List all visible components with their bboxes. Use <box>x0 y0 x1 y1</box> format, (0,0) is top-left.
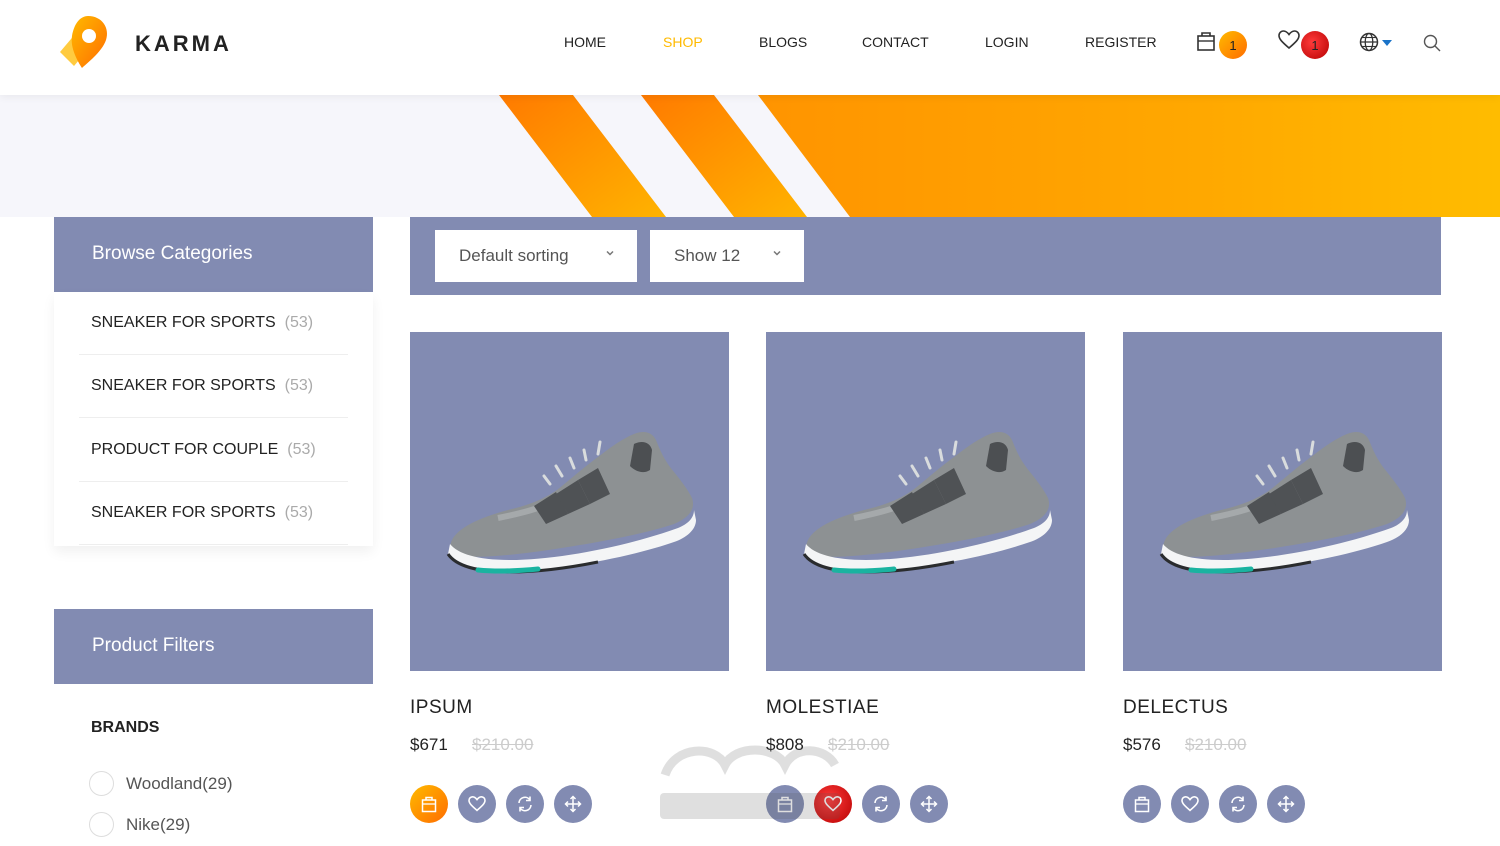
product-price: $576 <box>1123 735 1161 754</box>
category-item[interactable]: PRODUCT FOR COUPLE (53) <box>79 419 348 482</box>
product-image[interactable] <box>410 332 729 671</box>
logo-icon <box>60 16 108 68</box>
wishlist-count-badge: 1 <box>1301 31 1329 59</box>
category-item[interactable]: SNEAKER FOR SPORTS (53) <box>79 482 348 545</box>
cart-icon <box>1197 32 1215 51</box>
brand-label: Woodland(29) <box>126 773 233 793</box>
brand-name: KARMA <box>135 31 232 56</box>
refresh-icon <box>874 796 888 812</box>
wishlist-toggle-button[interactable] <box>458 785 496 823</box>
compare-button[interactable] <box>1219 785 1257 823</box>
banner-stripes <box>499 95 1500 217</box>
add-to-cart-button[interactable] <box>766 785 804 823</box>
heart-icon <box>1278 30 1300 50</box>
nav-register[interactable]: REGISTER <box>1085 34 1157 50</box>
product-old-price: $210.00 <box>1185 735 1247 754</box>
category-count: (53) <box>284 377 314 394</box>
wishlist-toggle-button[interactable] <box>814 785 852 823</box>
product-title[interactable]: DELECTUS <box>1123 697 1228 719</box>
quick-view-button[interactable] <box>910 785 948 823</box>
caret-down-icon <box>1382 40 1392 46</box>
product-price: $671 <box>410 735 448 754</box>
heart-icon <box>824 796 842 812</box>
category-item[interactable]: SNEAKER FOR SPORTS (53) <box>79 355 348 418</box>
show-count-value: Show 12 <box>674 246 741 265</box>
refresh-icon <box>1231 796 1245 812</box>
nav-contact[interactable]: CONTACT <box>862 34 929 50</box>
refresh-icon <box>518 796 532 812</box>
filters-title: Product Filters <box>92 635 215 656</box>
product-title[interactable]: IPSUM <box>410 697 473 719</box>
compare-button[interactable] <box>862 785 900 823</box>
watermark-logo <box>660 745 840 819</box>
category-count: (53) <box>284 504 314 521</box>
brand-option[interactable]: Woodland(29) <box>89 771 232 796</box>
brands-title: BRANDS <box>91 719 160 736</box>
radio-button[interactable] <box>89 771 114 796</box>
category-item[interactable]: SNEAKER FOR SPORTS (53) <box>79 292 348 355</box>
category-label: PRODUCT FOR COUPLE <box>91 441 279 458</box>
cart-button[interactable]: 1 <box>1196 30 1247 59</box>
product-old-price: $210.00 <box>472 735 534 754</box>
search-icon <box>1423 34 1441 52</box>
add-to-cart-button[interactable] <box>1123 785 1161 823</box>
move-icon <box>564 795 582 813</box>
categories-list: SNEAKER FOR SPORTS (53) SNEAKER FOR SPORT… <box>54 292 373 546</box>
nav-blogs[interactable]: BLOGS <box>759 34 807 50</box>
search-button[interactable] <box>1423 34 1441 57</box>
cart-count-badge: 1 <box>1219 31 1247 59</box>
globe-icon <box>1359 32 1379 52</box>
product-price: $808 <box>766 735 804 754</box>
nav-login[interactable]: LOGIN <box>985 34 1029 50</box>
quick-view-button[interactable] <box>1267 785 1305 823</box>
chevron-down-icon <box>773 250 781 256</box>
chevron-down-icon <box>606 250 614 256</box>
product-old-price: $210.00 <box>828 735 890 754</box>
nav-home[interactable]: HOME <box>564 34 606 50</box>
categories-header: Browse Categories <box>54 217 373 292</box>
sneaker-image <box>446 432 696 574</box>
category-label: SNEAKER FOR SPORTS <box>91 314 276 331</box>
product-toolbar: Default sorting Show 12 <box>410 217 1441 295</box>
heart-icon <box>1181 796 1199 812</box>
sorting-select[interactable]: Default sorting <box>435 230 637 282</box>
show-count-select[interactable]: Show 12 <box>650 230 804 282</box>
category-label: SNEAKER FOR SPORTS <box>91 504 276 521</box>
move-icon <box>920 795 938 813</box>
wishlist-toggle-button[interactable] <box>1171 785 1209 823</box>
move-icon <box>1277 795 1295 813</box>
category-count: (53) <box>284 314 314 331</box>
logo[interactable]: KARMA <box>52 12 232 76</box>
brand-label: Nike(29) <box>126 814 191 834</box>
compare-button[interactable] <box>506 785 544 823</box>
heart-icon <box>468 796 486 812</box>
product-title[interactable]: MOLESTIAE <box>766 697 879 719</box>
sneaker-image <box>1159 432 1409 574</box>
nav-shop[interactable]: SHOP <box>663 34 703 50</box>
page-banner <box>0 95 1500 217</box>
filters-header: Product Filters <box>54 609 373 684</box>
sneaker-image <box>802 432 1052 574</box>
quick-view-button[interactable] <box>554 785 592 823</box>
site-header: KARMA HOME SHOP BLOGS CONTACT LOGIN REGI… <box>0 0 1500 95</box>
category-count: (53) <box>287 441 316 458</box>
language-selector[interactable] <box>1359 32 1392 57</box>
product-image[interactable] <box>1123 332 1442 671</box>
bag-icon <box>1134 796 1150 813</box>
bag-icon <box>421 796 437 813</box>
add-to-cart-button[interactable] <box>410 785 448 823</box>
bag-icon <box>777 796 793 813</box>
brand-option[interactable]: Nike(29) <box>89 812 190 837</box>
categories-title: Browse Categories <box>92 243 253 264</box>
category-label: SNEAKER FOR SPORTS <box>91 377 276 394</box>
sorting-value: Default sorting <box>459 246 569 265</box>
wishlist-button[interactable]: 1 <box>1278 30 1329 59</box>
radio-button[interactable] <box>89 812 114 837</box>
product-image[interactable] <box>766 332 1085 671</box>
